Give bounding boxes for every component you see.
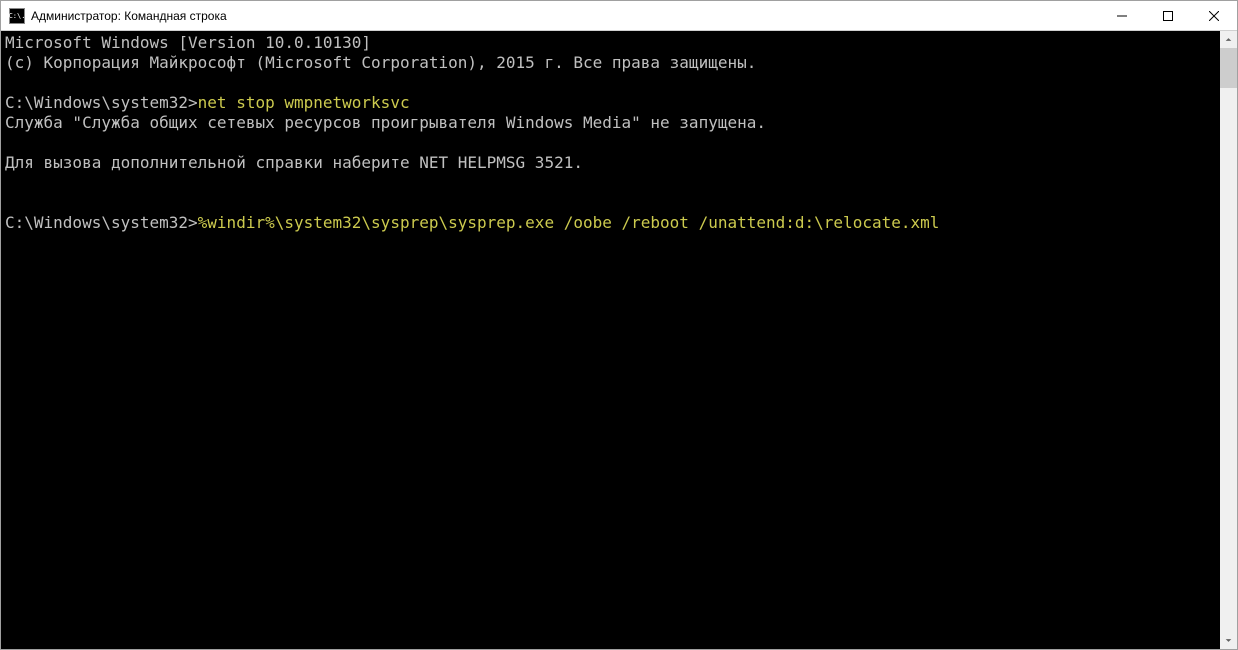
cmd-window: C:\. Администратор: Командная строка Mic… <box>0 0 1238 650</box>
maximize-button[interactable] <box>1145 1 1191 30</box>
scroll-up-button[interactable] <box>1220 31 1237 48</box>
prompt: C:\Windows\system32> <box>5 213 198 232</box>
scroll-thumb[interactable] <box>1220 48 1237 88</box>
chevron-up-icon <box>1225 36 1232 43</box>
command-text: %windir%\system32\sysprep\sysprep.exe /o… <box>198 213 940 232</box>
output-line: Microsoft Windows [Version 10.0.10130] <box>5 33 371 52</box>
minimize-button[interactable] <box>1099 1 1145 30</box>
output-line: Для вызова дополнительной справки набери… <box>5 153 583 172</box>
chevron-down-icon <box>1225 637 1232 644</box>
command-text: net stop wmpnetworksvc <box>198 93 410 112</box>
window-title: Администратор: Командная строка <box>31 9 1099 23</box>
scroll-down-button[interactable] <box>1220 632 1237 649</box>
titlebar[interactable]: C:\. Администратор: Командная строка <box>1 1 1237 31</box>
output-line: Служба "Служба общих сетевых ресурсов пр… <box>5 113 766 132</box>
output-line: (c) Корпорация Майкрософт (Microsoft Cor… <box>5 53 756 72</box>
cmd-icon: C:\. <box>9 8 25 24</box>
minimize-icon <box>1117 11 1127 21</box>
vertical-scrollbar[interactable] <box>1220 31 1237 649</box>
window-controls <box>1099 1 1237 30</box>
close-icon <box>1209 11 1219 21</box>
terminal-output[interactable]: Microsoft Windows [Version 10.0.10130] (… <box>1 31 1220 649</box>
close-button[interactable] <box>1191 1 1237 30</box>
maximize-icon <box>1163 11 1173 21</box>
prompt: C:\Windows\system32> <box>5 93 198 112</box>
terminal-wrapper: Microsoft Windows [Version 10.0.10130] (… <box>1 31 1237 649</box>
